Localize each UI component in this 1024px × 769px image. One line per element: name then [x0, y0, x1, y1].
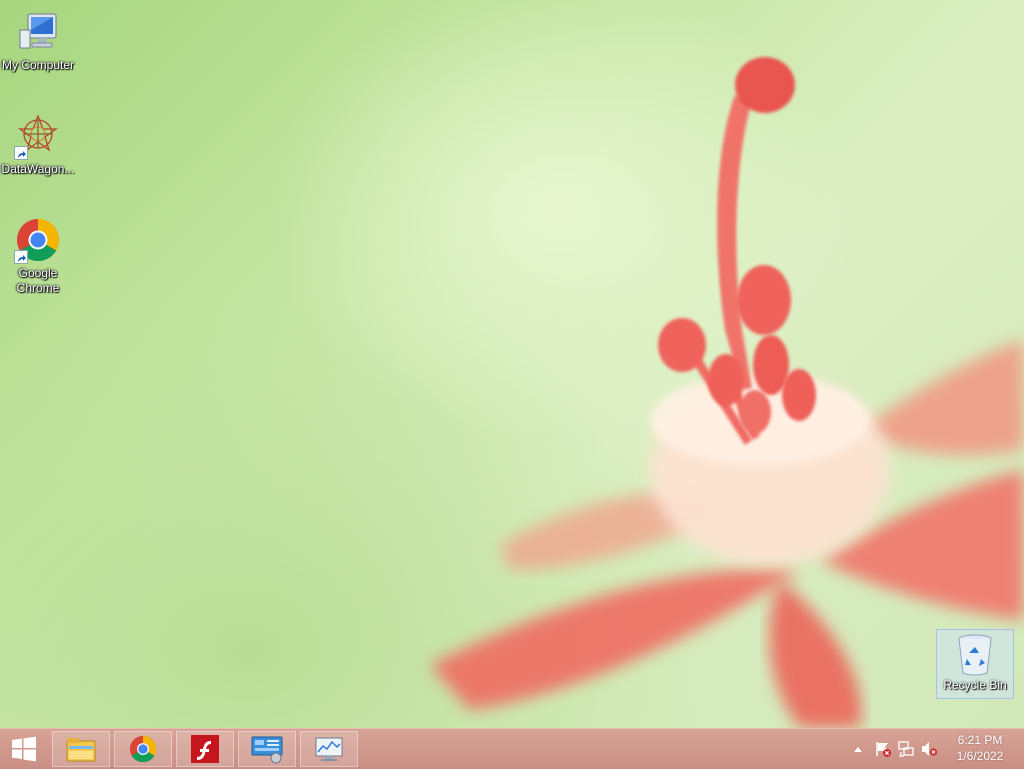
taskbar-file-explorer-button[interactable]	[52, 731, 110, 767]
show-hidden-icons-icon[interactable]	[850, 745, 865, 753]
desktop-icon-label: Google	[18, 266, 58, 280]
network-icon[interactable]	[894, 740, 917, 758]
performance-monitor-icon	[315, 737, 343, 761]
recycle-bin-icon	[955, 633, 995, 677]
desktop-icon-datawagon[interactable]: DataWagon...	[0, 112, 76, 177]
start-button[interactable]	[0, 729, 48, 769]
desktop-icon-google-chrome[interactable]: Google Chrome	[0, 216, 76, 296]
desktop-icon-recycle-bin[interactable]: Recycle Bin	[936, 629, 1014, 699]
datawagon-icon	[14, 112, 62, 160]
chrome-icon	[14, 216, 62, 264]
volume-muted-icon[interactable]	[917, 740, 940, 758]
desktop-icon-my-computer[interactable]: My Computer	[0, 8, 76, 73]
desktop-wallpaper	[0, 0, 1024, 728]
flash-icon	[191, 735, 219, 763]
flower-wallpaper-art	[430, 57, 1024, 728]
computer-icon	[14, 8, 62, 56]
desktop-icon-label: Chrome	[16, 281, 60, 295]
taskbar-flash-button[interactable]	[176, 731, 234, 767]
chrome-icon	[129, 735, 157, 763]
desktop-icon-label: My Computer	[1, 58, 75, 72]
shortcut-arrow-icon	[14, 250, 28, 264]
clock-date: 1/6/2022	[956, 749, 1004, 763]
windows-logo-icon	[12, 736, 36, 762]
taskbar-control-panel-button[interactable]	[238, 731, 296, 767]
taskbar-clock[interactable]: 6:21 PM 1/6/2022	[944, 732, 1016, 764]
taskbar: 6:21 PM 1/6/2022	[0, 728, 1024, 769]
desktop-icon-label: Recycle Bin	[943, 678, 1007, 692]
taskbar-performance-monitor-button[interactable]	[300, 731, 358, 767]
shortcut-arrow-icon	[14, 146, 28, 160]
taskbar-chrome-button[interactable]	[114, 731, 172, 767]
file-explorer-icon	[66, 738, 96, 762]
action-center-flag-icon[interactable]	[871, 740, 894, 758]
control-panel-icon	[251, 736, 283, 764]
desktop-icon-label: DataWagon...	[1, 162, 75, 176]
notification-area	[850, 729, 940, 769]
clock-time: 6:21 PM	[957, 733, 1003, 747]
